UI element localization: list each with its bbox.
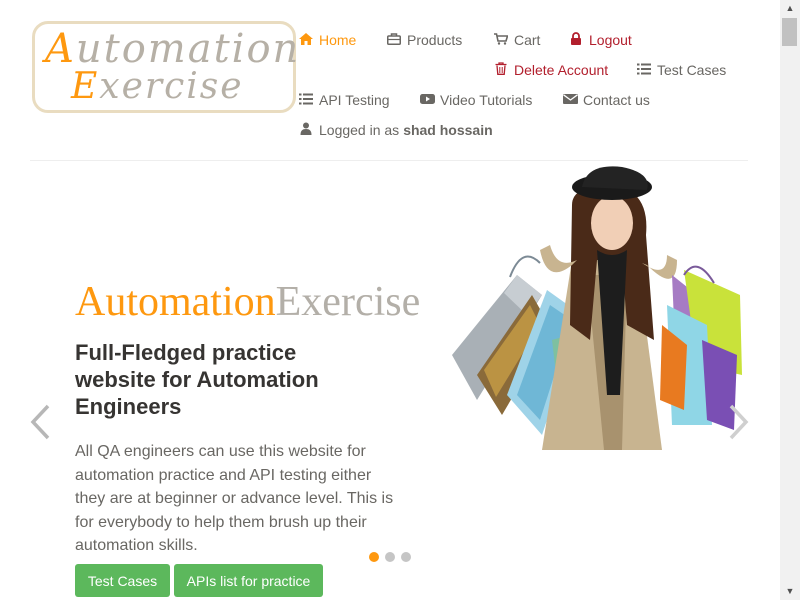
logged-in-status: Logged in as shad hossain bbox=[299, 122, 493, 138]
list-icon bbox=[637, 63, 651, 78]
youtube-icon bbox=[420, 93, 435, 108]
nav-test-cases-label: Test Cases bbox=[657, 62, 727, 78]
nav-video-tutorials-label: Video Tutorials bbox=[440, 92, 533, 108]
trash-icon bbox=[494, 62, 508, 78]
slider-dot-3[interactable] bbox=[401, 552, 411, 562]
nav-logout[interactable]: Logout bbox=[569, 32, 632, 48]
nav-home[interactable]: Home bbox=[299, 32, 356, 48]
list-icon bbox=[299, 93, 313, 108]
slider-indicators bbox=[369, 552, 411, 562]
nav-api-testing[interactable]: API Testing bbox=[299, 92, 390, 108]
nav-test-cases[interactable]: Test Cases bbox=[637, 62, 726, 78]
lock-icon bbox=[569, 32, 583, 48]
slider-description: All QA engineers can use this website fo… bbox=[75, 443, 394, 554]
nav-logout-label: Logout bbox=[589, 32, 632, 48]
user-icon bbox=[299, 122, 313, 138]
nav-contact-us[interactable]: Contact us bbox=[563, 92, 650, 108]
slider-brand-part2: Exercise bbox=[275, 279, 421, 325]
slider-prev-arrow[interactable] bbox=[30, 404, 52, 445]
scroll-down-arrow-icon[interactable]: ▼ bbox=[780, 583, 800, 600]
site-logo[interactable]: Automation Exercise bbox=[32, 21, 298, 113]
slider-dot-2[interactable] bbox=[385, 552, 395, 562]
logo-initial-e: E bbox=[71, 66, 100, 107]
slider-brand-part1: Automation bbox=[75, 279, 276, 325]
scroll-thumb[interactable] bbox=[782, 18, 797, 46]
slider-dot-1[interactable] bbox=[369, 552, 379, 562]
hero-image-shopping-girl bbox=[422, 165, 747, 450]
slider-headline: Full-Fledged practice website for Automa… bbox=[75, 340, 319, 419]
nav-home-label: Home bbox=[319, 32, 357, 48]
nav-delete-account[interactable]: Delete Account bbox=[494, 62, 608, 78]
nav-cart-label: Cart bbox=[514, 32, 541, 48]
nav-contact-us-label: Contact us bbox=[583, 92, 650, 108]
header-divider bbox=[30, 160, 748, 161]
logged-in-prefix: Logged in as bbox=[319, 122, 400, 138]
scroll-up-arrow-icon[interactable]: ▲ bbox=[780, 0, 800, 17]
home-icon bbox=[299, 32, 313, 48]
nav-products[interactable]: Products bbox=[387, 32, 462, 48]
test-cases-button[interactable]: Test Cases bbox=[75, 564, 170, 597]
chevron-right-icon bbox=[729, 404, 749, 440]
slider-next-arrow[interactable] bbox=[727, 404, 749, 445]
apis-list-button[interactable]: APIs list for practice bbox=[174, 564, 323, 597]
page-scrollbar[interactable]: ▲ ▼ bbox=[780, 0, 800, 600]
nav-products-label: Products bbox=[407, 32, 463, 48]
cart-icon bbox=[494, 32, 509, 48]
slider-brand-title: AutomationExercise bbox=[75, 278, 421, 326]
nav-cart[interactable]: Cart bbox=[494, 32, 540, 48]
logo-line-2: Exercise bbox=[71, 66, 244, 107]
nav-delete-account-label: Delete Account bbox=[514, 62, 609, 78]
briefcase-icon bbox=[387, 32, 401, 48]
nav-video-tutorials[interactable]: Video Tutorials bbox=[420, 92, 532, 108]
logged-in-username: shad hossain bbox=[403, 122, 493, 138]
nav-api-testing-label: API Testing bbox=[319, 92, 390, 108]
envelope-icon bbox=[563, 93, 578, 108]
logo-word-xercise: xercise bbox=[99, 66, 244, 107]
chevron-left-icon bbox=[30, 404, 50, 440]
